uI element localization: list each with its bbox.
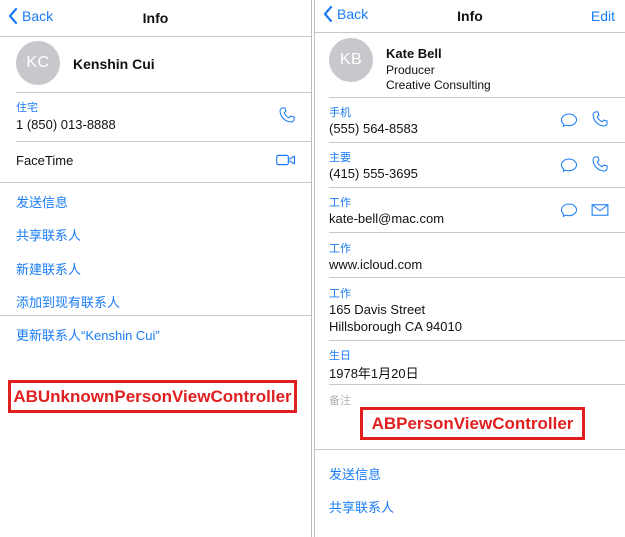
divider bbox=[329, 384, 625, 385]
divider bbox=[16, 141, 311, 142]
video-icon[interactable] bbox=[276, 150, 296, 170]
create-new-contact-button[interactable]: 新建联系人 bbox=[16, 259, 81, 278]
nav-title: Info bbox=[457, 8, 483, 24]
send-message-button[interactable]: 发送信息 bbox=[329, 464, 381, 483]
message-icon[interactable] bbox=[559, 155, 579, 175]
field-label: 手机 bbox=[329, 107, 351, 119]
share-contact-button[interactable]: 共享联系人 bbox=[16, 225, 81, 244]
divider bbox=[329, 187, 625, 188]
divider bbox=[315, 32, 625, 33]
phone-icon[interactable] bbox=[590, 154, 610, 174]
company-name: Creative Consulting bbox=[386, 78, 491, 92]
email-value[interactable]: kate-bell@mac.com bbox=[329, 211, 444, 226]
field-label: 工作 bbox=[329, 243, 351, 255]
divider bbox=[0, 315, 311, 316]
divider bbox=[329, 232, 625, 233]
nav-bar: Back Info bbox=[0, 0, 311, 36]
divider bbox=[329, 340, 625, 341]
facetime-label[interactable]: FaceTime bbox=[16, 153, 73, 168]
main-phone-value[interactable]: (415) 555-3695 bbox=[329, 166, 418, 181]
phone-icon[interactable] bbox=[590, 109, 610, 129]
divider bbox=[0, 182, 311, 183]
divider bbox=[0, 36, 311, 37]
edit-button[interactable]: Edit bbox=[591, 8, 615, 24]
field-label: 生日 bbox=[329, 350, 351, 362]
mail-icon[interactable] bbox=[590, 200, 610, 220]
divider bbox=[329, 97, 625, 98]
divider bbox=[16, 92, 311, 93]
divider bbox=[329, 277, 625, 278]
unknown-person-view: Back Info KC Kenshin Cui 住宅 1 (850) 013-… bbox=[0, 0, 311, 537]
person-view: Back Info Edit KB Kate Bell Producer Cre… bbox=[315, 0, 625, 537]
phone-value[interactable]: 1 (850) 013-8888 bbox=[16, 117, 116, 132]
contact-name: Kate Bell bbox=[386, 46, 442, 61]
field-label: 工作 bbox=[329, 197, 351, 209]
address-line-1[interactable]: 165 Davis Street bbox=[329, 302, 425, 317]
url-value[interactable]: www.icloud.com bbox=[329, 257, 422, 272]
caption-label: ABPersonViewController bbox=[360, 407, 585, 440]
nav-title: Info bbox=[142, 10, 169, 26]
share-contact-button[interactable]: 共享联系人 bbox=[329, 497, 394, 516]
avatar: KB bbox=[329, 38, 373, 82]
field-label: 主要 bbox=[329, 152, 351, 164]
update-contact-button[interactable]: 更新联系人“Kenshin Cui” bbox=[16, 325, 160, 344]
nav-bar: Back Info Edit bbox=[315, 0, 625, 36]
add-to-existing-contact-button[interactable]: 添加到现有联系人 bbox=[16, 292, 120, 311]
address-line-2[interactable]: Hillsborough CA 94010 bbox=[329, 319, 462, 334]
mobile-phone-value[interactable]: (555) 564-8583 bbox=[329, 121, 418, 136]
phone-icon[interactable] bbox=[277, 105, 297, 125]
contact-name: Kenshin Cui bbox=[73, 56, 155, 72]
avatar: KC bbox=[16, 41, 60, 85]
message-icon[interactable] bbox=[559, 200, 579, 220]
divider bbox=[329, 142, 625, 143]
field-label: 工作 bbox=[329, 288, 351, 300]
send-message-button[interactable]: 发送信息 bbox=[16, 192, 68, 211]
caption-label: ABUnknownPersonViewController bbox=[8, 380, 297, 413]
notes-label: 备注 bbox=[329, 395, 351, 407]
message-icon[interactable] bbox=[559, 110, 579, 130]
divider bbox=[315, 449, 625, 450]
birthday-value: 1978年1月20日 bbox=[329, 366, 419, 381]
job-title: Producer bbox=[386, 63, 435, 77]
phone-label: 住宅 bbox=[16, 102, 38, 114]
